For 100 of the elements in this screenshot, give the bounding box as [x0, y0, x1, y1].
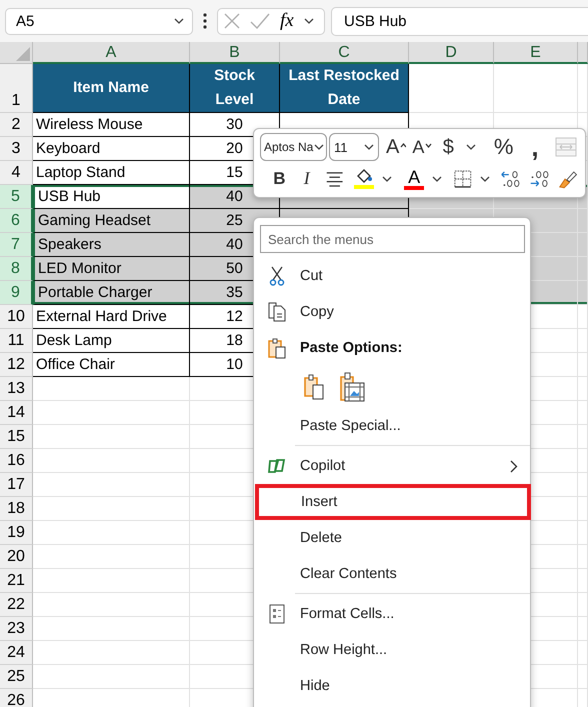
empty-cell[interactable]: [578, 329, 588, 353]
row-header[interactable]: 20: [0, 545, 33, 569]
menu-item[interactable]: Hide: [254, 668, 530, 704]
header-cell: Item Name: [33, 64, 190, 113]
row-header[interactable]: 19: [0, 521, 33, 545]
copilot-icon: [267, 457, 287, 475]
table-cell: Desk Lamp: [33, 329, 190, 353]
row-header[interactable]: 13: [0, 377, 33, 401]
row-header[interactable]: 17: [0, 473, 33, 497]
comma-style-button[interactable]: ,: [523, 133, 547, 162]
column-header[interactable]: A: [33, 42, 190, 64]
insert-function-button[interactable]: fx: [280, 10, 294, 32]
empty-cell[interactable]: [578, 641, 588, 665]
highlighted-cell[interactable]: [578, 281, 588, 305]
row-header[interactable]: 26: [0, 689, 33, 707]
decrease-font-size-button[interactable]: A: [410, 133, 434, 162]
column-header[interactable]: C: [280, 42, 409, 64]
table-cell: Speakers: [33, 233, 190, 257]
empty-cell[interactable]: [578, 425, 588, 449]
row-header[interactable]: 8: [0, 257, 33, 281]
currency-button[interactable]: $: [436, 133, 460, 162]
more-options-icon[interactable]: [203, 13, 207, 29]
row-header[interactable]: 4: [0, 161, 33, 185]
paste-option-icon[interactable]: [303, 374, 325, 400]
checkmark-icon[interactable]: [250, 13, 270, 29]
row-header[interactable]: 16: [0, 449, 33, 473]
row-header[interactable]: 12: [0, 353, 33, 377]
row-header[interactable]: 22: [0, 593, 33, 617]
table-cell: External Hard Drive: [33, 305, 190, 329]
header-cell: Last Restocked Date: [280, 64, 409, 113]
empty-cell[interactable]: [578, 473, 588, 497]
name-box[interactable]: A5: [5, 8, 193, 34]
copy-icon: [267, 302, 287, 322]
menu-item[interactable]: Insert: [255, 484, 531, 520]
row-header[interactable]: 1: [0, 64, 33, 113]
fill-color-button[interactable]: [354, 168, 374, 190]
empty-cell[interactable]: [578, 665, 588, 689]
table-cell: LED Monitor: [33, 257, 190, 281]
empty-cell[interactable]: [578, 449, 588, 473]
row-header[interactable]: 6: [0, 209, 33, 233]
caret-icon: [314, 144, 324, 150]
menu-item[interactable]: Format Cells...: [254, 596, 530, 632]
row-header[interactable]: 25: [0, 665, 33, 689]
empty-cell[interactable]: [578, 377, 588, 401]
row-header[interactable]: 2: [0, 113, 33, 137]
row-header[interactable]: 23: [0, 617, 33, 641]
clipboard-icon: [267, 337, 287, 359]
row-header[interactable]: 7: [0, 233, 33, 257]
borders-icon[interactable]: [454, 168, 472, 189]
row-header[interactable]: 9: [0, 281, 33, 305]
column-header[interactable]: E: [494, 42, 578, 64]
font-size-field[interactable]: 11: [329, 133, 380, 162]
font-name-field[interactable]: Aptos Na: [260, 133, 328, 162]
formula-field[interactable]: USB Hub: [331, 6, 588, 36]
row-header[interactable]: 18: [0, 497, 33, 521]
empty-cell[interactable]: [578, 545, 588, 569]
caret-icon: [364, 144, 374, 150]
empty-cell[interactable]: [578, 593, 588, 617]
column-header[interactable]: D: [409, 42, 494, 64]
caret-icon: [432, 176, 442, 182]
row-header[interactable]: 10: [0, 305, 33, 329]
row-header[interactable]: 21: [0, 569, 33, 593]
empty-cell[interactable]: [578, 617, 588, 641]
menu-item[interactable]: Clear Contents: [254, 556, 530, 592]
percent-button[interactable]: %: [486, 133, 521, 162]
table-cell: Office Chair: [33, 353, 190, 377]
table-cell: Gaming Headset: [33, 209, 190, 233]
menu-item[interactable]: Copilot: [254, 448, 530, 484]
row-header[interactable]: 3: [0, 137, 33, 161]
empty-cell[interactable]: [578, 353, 588, 377]
menu-item[interactable]: Delete: [254, 520, 530, 556]
empty-cell[interactable]: [578, 569, 588, 593]
italic-button[interactable]: I: [294, 164, 319, 193]
empty-cell[interactable]: [578, 401, 588, 425]
caret-icon: [480, 176, 490, 182]
table-cell: Wireless Mouse: [33, 113, 190, 137]
row-header[interactable]: 5: [0, 185, 33, 209]
row-header[interactable]: 24: [0, 641, 33, 665]
align-center-icon[interactable]: [324, 170, 344, 188]
row-header[interactable]: 11: [0, 329, 33, 353]
cancel-icon[interactable]: [224, 13, 240, 29]
menu-item[interactable]: Paste Special...: [254, 408, 530, 444]
empty-cell[interactable]: [494, 64, 578, 113]
increase-font-size-button[interactable]: A: [384, 133, 408, 162]
select-all-icon[interactable]: [16, 47, 30, 61]
empty-cell[interactable]: [578, 497, 588, 521]
paste-picture-icon[interactable]: [339, 372, 365, 402]
font-color-button[interactable]: A: [404, 168, 424, 190]
table-cell: Portable Charger: [33, 281, 190, 305]
column-header[interactable]: [578, 42, 588, 64]
format-cells-icon: [269, 604, 285, 624]
caret-icon: [466, 144, 476, 150]
row-header[interactable]: 15: [0, 425, 33, 449]
row-header[interactable]: 14: [0, 401, 33, 425]
column-header[interactable]: B: [190, 42, 280, 64]
empty-cell[interactable]: [578, 521, 588, 545]
menu-item[interactable]: Row Height...: [254, 632, 530, 668]
search-field[interactable]: Search the menus: [260, 225, 525, 253]
header-cell: Stock Level: [190, 64, 280, 113]
caret-icon: [382, 176, 392, 182]
